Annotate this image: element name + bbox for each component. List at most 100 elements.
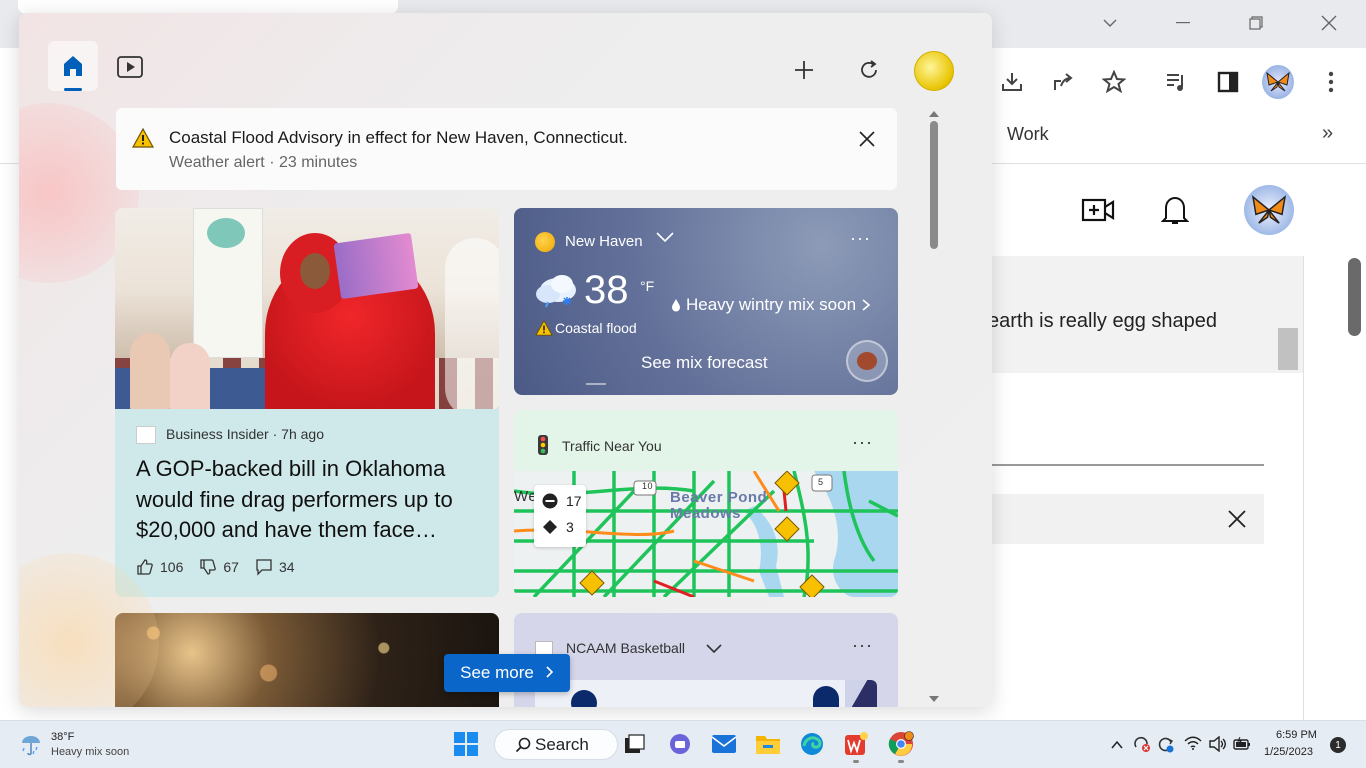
download-icon[interactable] bbox=[996, 66, 1028, 98]
taskbar-search[interactable]: Search bbox=[494, 729, 618, 760]
dislike-button[interactable]: 67 bbox=[199, 558, 239, 576]
warning-icon bbox=[131, 127, 155, 153]
ncaam-title: NCAAM Basketball bbox=[566, 640, 686, 656]
profile-avatar[interactable] bbox=[1262, 65, 1294, 99]
map-label-meadows: Meadows bbox=[670, 505, 742, 522]
close-window-button[interactable] bbox=[1314, 10, 1344, 36]
temperature-value: 38 bbox=[584, 268, 629, 312]
like-count: 106 bbox=[160, 559, 184, 575]
news-source: Business Insider · 7h ago bbox=[166, 426, 324, 442]
traffic-map[interactable]: 10 5 Beaver Pond Meadows We 17 3 bbox=[514, 471, 898, 597]
weather-condition: Heavy wintry mix soon bbox=[686, 295, 857, 314]
wintry-mix-icon bbox=[534, 270, 580, 310]
show-hidden-icons-chevron[interactable] bbox=[1111, 737, 1123, 755]
page-divider bbox=[1303, 256, 1304, 720]
task-view-icon[interactable] bbox=[620, 729, 650, 759]
chevron-down-icon[interactable] bbox=[705, 642, 723, 660]
clock-time[interactable]: 6:59 PM bbox=[1276, 729, 1317, 741]
start-button[interactable] bbox=[451, 729, 481, 759]
meet-now-icon[interactable] bbox=[1133, 735, 1151, 758]
share-icon[interactable] bbox=[1047, 66, 1079, 98]
battery-icon[interactable] bbox=[1233, 736, 1251, 756]
chrome-icon[interactable] bbox=[886, 729, 916, 759]
news-photo bbox=[115, 208, 499, 409]
search-suggestion-text[interactable]: earth is really egg shaped bbox=[988, 310, 1217, 333]
account-avatar[interactable] bbox=[914, 51, 954, 91]
channel-avatar[interactable] bbox=[1243, 184, 1295, 236]
minimize-button[interactable] bbox=[1168, 10, 1198, 36]
warning-icon bbox=[535, 320, 553, 336]
weather-rain-icon[interactable] bbox=[18, 731, 44, 762]
game-score-panel[interactable] bbox=[535, 680, 877, 707]
route-number-10: 10 bbox=[642, 481, 654, 491]
temperature-unit[interactable]: °F bbox=[640, 278, 654, 294]
mail-icon[interactable] bbox=[709, 729, 739, 759]
news-headline[interactable]: A GOP-backed bill in Oklahoma would fine… bbox=[136, 454, 484, 546]
raindrop-icon bbox=[672, 299, 680, 312]
sync-icon[interactable] bbox=[1157, 735, 1175, 758]
input-underline bbox=[992, 464, 1264, 466]
suggestion-scrollbar[interactable] bbox=[1278, 328, 1298, 370]
comment-button[interactable]: 34 bbox=[255, 558, 295, 576]
wifi-icon[interactable] bbox=[1184, 736, 1202, 755]
teams-chat-icon[interactable] bbox=[665, 729, 695, 759]
traffic-card[interactable]: Traffic Near You ··· 10 5 Beaver Pond Me… bbox=[514, 410, 898, 597]
thumbs-up-icon bbox=[137, 559, 153, 575]
chrome-menu-icon[interactable] bbox=[1315, 66, 1347, 98]
weather-warning[interactable]: Coastal flood bbox=[535, 320, 637, 336]
close-icon[interactable] bbox=[1222, 504, 1252, 534]
more-options-icon[interactable]: ··· bbox=[852, 432, 873, 453]
widgets-scrollbar-thumb[interactable] bbox=[930, 121, 938, 249]
more-options-icon[interactable]: ··· bbox=[852, 635, 873, 656]
scroll-up-arrow[interactable] bbox=[929, 111, 939, 117]
weather-radar-thumbnail[interactable] bbox=[846, 340, 888, 382]
chevron-down-icon[interactable] bbox=[655, 230, 675, 249]
news-card-2[interactable] bbox=[115, 613, 499, 707]
refresh-icon[interactable] bbox=[854, 55, 884, 85]
volume-icon[interactable] bbox=[1209, 735, 1227, 757]
bookmark-star-icon[interactable] bbox=[1098, 66, 1130, 98]
close-icon[interactable] bbox=[854, 126, 880, 152]
tab-search-icon[interactable] bbox=[1095, 10, 1125, 36]
weather-alert-banner[interactable]: Coastal Flood Advisory in effect for New… bbox=[116, 108, 897, 190]
taskbar-temperature[interactable]: 38°F bbox=[51, 731, 74, 743]
weather-condition-link[interactable]: Heavy wintry mix soon bbox=[671, 295, 871, 315]
create-video-icon[interactable] bbox=[1078, 190, 1118, 230]
like-button[interactable]: 106 bbox=[136, 558, 183, 576]
traffic-light-icon bbox=[535, 435, 551, 460]
home-tab[interactable] bbox=[48, 41, 98, 91]
bookmarks-overflow[interactable]: » bbox=[1322, 122, 1333, 145]
chevron-right-icon bbox=[862, 299, 871, 311]
edge-browser-icon[interactable] bbox=[797, 729, 827, 759]
media-queue-icon[interactable] bbox=[1161, 66, 1193, 98]
notification-badge[interactable]: 1 bbox=[1330, 737, 1346, 753]
bookmark-work[interactable]: Work bbox=[1007, 124, 1049, 145]
add-widget-icon[interactable] bbox=[789, 55, 819, 85]
home-tab-indicator bbox=[64, 88, 82, 91]
more-options-icon[interactable]: ··· bbox=[850, 228, 871, 249]
ncaam-basketball-card[interactable]: NCAAM Basketball ··· bbox=[514, 613, 898, 707]
browser-tab[interactable] bbox=[18, 0, 398, 14]
publisher-logo bbox=[136, 426, 156, 444]
file-explorer-icon[interactable] bbox=[753, 729, 783, 759]
taskbar-weather-condition[interactable]: Heavy mix soon bbox=[51, 746, 129, 758]
see-more-label: See more bbox=[460, 663, 534, 682]
page-scrollbar-thumb[interactable] bbox=[1348, 258, 1361, 336]
weather-location[interactable]: New Haven bbox=[565, 233, 643, 250]
alert-subtitle: Weather alert · 23 minutes bbox=[169, 154, 358, 171]
office-app-icon[interactable] bbox=[841, 729, 871, 759]
clock-date[interactable]: 1/25/2023 bbox=[1264, 746, 1313, 758]
see-forecast-link[interactable]: See mix forecast bbox=[641, 353, 768, 373]
restore-button[interactable] bbox=[1241, 10, 1271, 36]
scroll-down-arrow[interactable] bbox=[929, 696, 939, 702]
side-panel-icon[interactable] bbox=[1212, 66, 1244, 98]
video-tab-icon[interactable] bbox=[114, 53, 146, 81]
traffic-title: Traffic Near You bbox=[562, 438, 662, 454]
notifications-bell-icon[interactable] bbox=[1155, 190, 1195, 230]
comment-icon bbox=[256, 559, 272, 576]
closure-count: 17 bbox=[566, 493, 582, 509]
news-card[interactable]: Business Insider · 7h ago A GOP-backed b… bbox=[115, 208, 499, 597]
warning-text: Coastal flood bbox=[555, 320, 637, 336]
see-more-button[interactable]: See more bbox=[444, 654, 570, 692]
weather-card[interactable]: New Haven ··· 38 °F Heavy wintry mix soo… bbox=[514, 208, 898, 395]
